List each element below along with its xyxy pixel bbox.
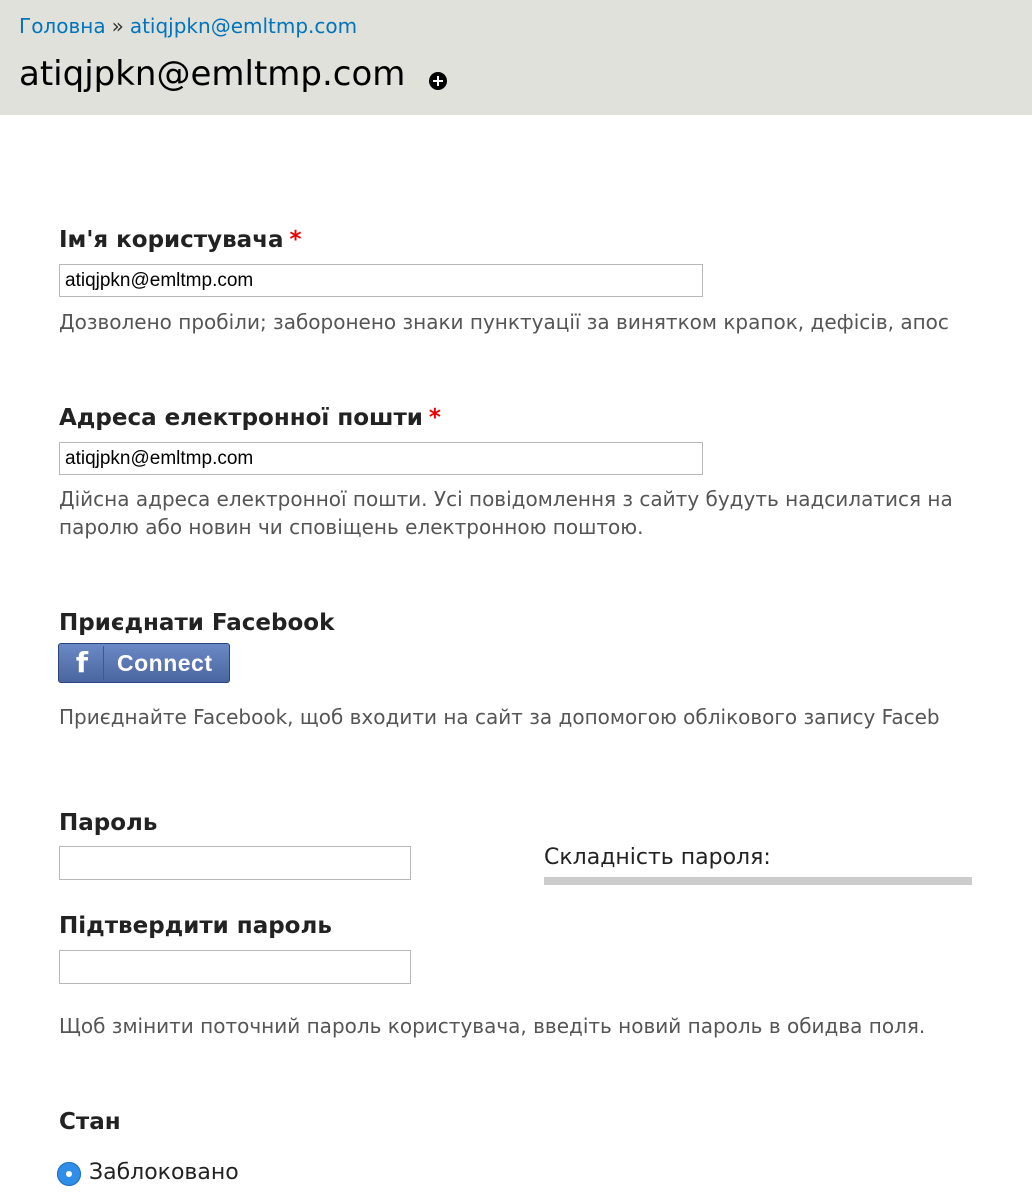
password-strength-label: Складність пароля: [544, 845, 771, 870]
username-description: Дозволено пробіли; заборонено знаки пунк… [59, 310, 949, 334]
breadcrumb-separator: » [111, 14, 124, 38]
confirm-password-label: Підтвердити пароль [59, 913, 332, 939]
breadcrumb-current-link[interactable]: atiqjpkn@emltmp.com [130, 14, 357, 38]
status-blocked-label[interactable]: Заблоковано [89, 1160, 239, 1185]
confirm-password-input[interactable] [59, 950, 411, 984]
status-label: Стан [59, 1109, 121, 1135]
required-marker: * [289, 227, 302, 253]
email-label: Адреса електронної пошти * [59, 405, 441, 431]
username-label-text: Ім'я користувача [59, 227, 284, 253]
status-blocked-radio[interactable] [57, 1162, 81, 1186]
facebook-label: Приєднати Facebook [59, 610, 335, 636]
facebook-connect-button[interactable]: f Connect [58, 643, 230, 683]
facebook-icon: f [61, 646, 104, 680]
email-input[interactable] [59, 442, 703, 475]
required-marker: * [428, 405, 441, 431]
add-shortcut-icon[interactable] [429, 72, 447, 90]
facebook-connect-label: Connect [117, 650, 213, 676]
email-description-line1: Дійсна адреса електронної пошти. Усі пов… [59, 487, 953, 511]
page-title: atiqjpkn@emltmp.com [19, 54, 406, 94]
password-input[interactable] [59, 846, 411, 880]
facebook-description: Приєднайте Facebook, щоб входити на сайт… [59, 705, 940, 729]
password-label: Пароль [59, 810, 158, 836]
username-label: Ім'я користувача * [59, 227, 302, 253]
breadcrumb-home-link[interactable]: Головна [19, 14, 106, 38]
password-description: Щоб змінити поточний пароль користувача,… [59, 1014, 926, 1038]
page-header: Головна» atiqjpkn@emltmp.com atiqjpkn@eml… [0, 0, 1032, 115]
email-label-text: Адреса електронної пошти [59, 405, 423, 431]
password-strength-bar [544, 877, 972, 885]
username-input[interactable] [59, 264, 703, 297]
breadcrumb: Головна» atiqjpkn@emltmp.com [19, 14, 357, 38]
email-description-line2: паролю або новин чи сповіщень електронно… [59, 515, 644, 539]
